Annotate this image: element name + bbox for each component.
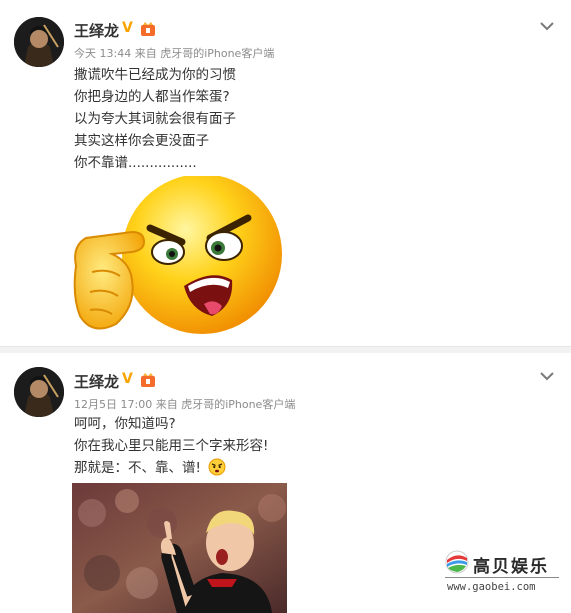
post-line: 那就是：不、靠、谱! xyxy=(74,457,268,479)
chevron-down-icon[interactable] xyxy=(538,17,556,31)
post-line: 呵呵，你知道吗? xyxy=(74,416,176,432)
chevron-down-icon[interactable] xyxy=(538,367,556,381)
watermark-title: 高贝娱乐 xyxy=(473,557,549,577)
post-line: 以为夸大其词就会很有面子 xyxy=(74,111,236,127)
timestamp[interactable]: 12月5日 17:00 xyxy=(74,398,152,411)
username[interactable]: 王绎龙 xyxy=(74,371,119,392)
post-source: 来自 虎牙哥的iPhone客户端 xyxy=(134,47,275,60)
post-meta: 今天 13:44 来自 虎牙哥的iPhone客户端 xyxy=(74,45,274,61)
post-line: 你不靠谱................ xyxy=(74,155,197,171)
verified-icon: V xyxy=(122,371,133,387)
angry-emoji-pointing-image[interactable] xyxy=(72,176,287,338)
post-source: 来自 虎牙哥的iPhone客户端 xyxy=(155,398,296,411)
weibo-post-1: 王绎龙 V 今天 13:44 来自 虎牙哥的iPhone客户端 撒谎吹牛已经成为… xyxy=(0,0,571,346)
watermark-divider xyxy=(445,577,559,578)
timestamp[interactable]: 今天 13:44 xyxy=(74,47,131,60)
vip-level-icon xyxy=(141,22,155,36)
post-line: 其实这样你会更没面子 xyxy=(74,133,209,149)
username[interactable]: 王绎龙 xyxy=(74,20,119,41)
post-line: 撒谎吹牛已经成为你的习惯 xyxy=(74,67,236,83)
post-text: 呵呵，你知道吗? 你在我心里只能用三个字来形容! 那就是：不、靠、谱! xyxy=(74,413,268,479)
post-meta: 12月5日 17:00 来自 虎牙哥的iPhone客户端 xyxy=(74,396,295,412)
post-text: 撒谎吹牛已经成为你的习惯 你把身边的人都当作笨蛋? 以为夸大其词就会很有面子 其… xyxy=(74,64,236,174)
angry-face-icon xyxy=(208,458,226,476)
vip-level-icon xyxy=(141,373,155,387)
avatar[interactable] xyxy=(14,367,64,417)
gaobei-logo-icon xyxy=(445,550,469,574)
post-line: 你在我心里只能用三个字来形容! xyxy=(74,438,269,454)
post-line: 你把身边的人都当作笨蛋? xyxy=(74,89,230,105)
pointing-boy-photo[interactable] xyxy=(72,483,287,613)
post-line-text: 那就是：不、靠、谱! xyxy=(74,460,201,476)
site-watermark: 高贝娱乐 www.gaobei.com xyxy=(445,548,561,598)
verified-icon: V xyxy=(122,20,133,36)
avatar[interactable] xyxy=(14,17,64,67)
watermark-url: www.gaobei.com xyxy=(447,581,536,593)
